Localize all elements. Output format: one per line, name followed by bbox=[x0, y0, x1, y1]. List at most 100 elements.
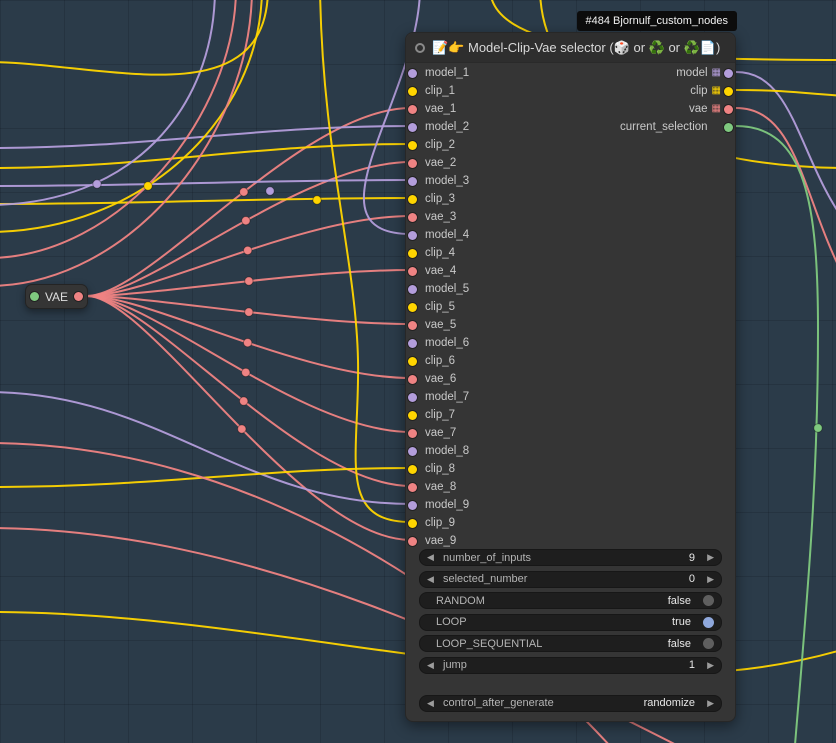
input-port-dot[interactable] bbox=[408, 249, 417, 258]
widget-number_of_inputs[interactable]: ◀number_of_inputs9▶ bbox=[419, 549, 722, 566]
input-port-label: clip_5 bbox=[425, 301, 455, 313]
input-port-clip_4[interactable]: clip_4 bbox=[406, 244, 616, 262]
input-port-model_8[interactable]: model_8 bbox=[406, 442, 616, 460]
link-wire-clip bbox=[736, 90, 836, 96]
output-port-dot[interactable] bbox=[724, 87, 733, 96]
input-port-dot[interactable] bbox=[408, 393, 417, 402]
input-port-vae_6[interactable]: vae_6 bbox=[406, 370, 616, 388]
node-header[interactable]: 📝👉 Model-Clip-Vae selector (🎲 or ♻️ or ♻… bbox=[406, 33, 735, 63]
input-port-label: model_3 bbox=[425, 175, 469, 187]
widget-control_after_generate[interactable]: ◀control_after_generate randomize ▶ bbox=[419, 695, 722, 712]
input-port-label: model_8 bbox=[425, 445, 469, 457]
input-port-clip_3[interactable]: clip_3 bbox=[406, 190, 616, 208]
widget-label: jump bbox=[443, 659, 467, 671]
input-port-dot[interactable] bbox=[408, 501, 417, 510]
link-midpoint-dot bbox=[245, 308, 253, 316]
input-port-model_5[interactable]: model_5 bbox=[406, 280, 616, 298]
input-port-dot[interactable] bbox=[408, 357, 417, 366]
widget-label: number_of_inputs bbox=[443, 552, 531, 564]
toggle-knob[interactable] bbox=[703, 638, 714, 649]
widget-jump[interactable]: ◀jump1▶ bbox=[419, 657, 722, 674]
input-port-dot[interactable] bbox=[408, 177, 417, 186]
input-port-dot[interactable] bbox=[408, 231, 417, 240]
input-port-dot[interactable] bbox=[408, 69, 417, 78]
input-port-dot[interactable] bbox=[408, 375, 417, 384]
input-port-dot[interactable] bbox=[408, 267, 417, 276]
decrement-arrow-icon[interactable]: ◀ bbox=[427, 553, 440, 562]
increment-arrow-icon[interactable]: ▶ bbox=[701, 661, 714, 670]
toggle-knob[interactable] bbox=[703, 617, 714, 628]
increment-arrow-icon[interactable]: ▶ bbox=[701, 553, 714, 562]
widget-label: control_after_generate bbox=[443, 697, 554, 709]
output-port-vae[interactable]: vae▦ bbox=[505, 100, 735, 118]
input-port-model_3[interactable]: model_3 bbox=[406, 172, 616, 190]
input-port-dot[interactable] bbox=[408, 429, 417, 438]
vae-node-input-dot[interactable] bbox=[30, 292, 39, 301]
input-port-model_9[interactable]: model_9 bbox=[406, 496, 616, 514]
vae-node[interactable]: VAE bbox=[25, 284, 88, 309]
toggle-knob[interactable] bbox=[703, 595, 714, 606]
widget-loop[interactable]: LOOPtrue bbox=[419, 614, 722, 631]
decrement-arrow-icon[interactable]: ◀ bbox=[427, 699, 440, 708]
input-port-model_6[interactable]: model_6 bbox=[406, 334, 616, 352]
output-port-dot[interactable] bbox=[724, 69, 733, 78]
input-port-vae_8[interactable]: vae_8 bbox=[406, 478, 616, 496]
widget-selected_number[interactable]: ◀selected_number0▶ bbox=[419, 571, 722, 588]
output-port-model[interactable]: model▦ bbox=[505, 64, 735, 82]
input-port-vae_4[interactable]: vae_4 bbox=[406, 262, 616, 280]
link-midpoint-dot bbox=[240, 397, 248, 405]
input-port-dot[interactable] bbox=[408, 465, 417, 474]
input-port-dot[interactable] bbox=[408, 321, 417, 330]
increment-arrow-icon[interactable]: ▶ bbox=[701, 575, 714, 584]
widget-random[interactable]: RANDOMfalse bbox=[419, 592, 722, 609]
output-port-label: model bbox=[676, 67, 707, 79]
input-port-label: clip_7 bbox=[425, 409, 455, 421]
input-port-dot[interactable] bbox=[408, 195, 417, 204]
input-port-dot[interactable] bbox=[408, 123, 417, 132]
decrement-arrow-icon[interactable]: ◀ bbox=[427, 661, 440, 670]
input-port-vae_9[interactable]: vae_9 bbox=[406, 532, 616, 550]
collapse-toggle-icon[interactable] bbox=[415, 43, 425, 53]
input-port-dot[interactable] bbox=[408, 447, 417, 456]
widget-label: selected_number bbox=[443, 573, 527, 585]
input-port-clip_2[interactable]: clip_2 bbox=[406, 136, 616, 154]
input-port-dot[interactable] bbox=[408, 537, 417, 546]
input-port-dot[interactable] bbox=[408, 285, 417, 294]
input-port-dot[interactable] bbox=[408, 159, 417, 168]
node-id-tooltip: #484 Bjornulf_custom_nodes bbox=[577, 11, 737, 31]
input-port-vae_2[interactable]: vae_2 bbox=[406, 154, 616, 172]
input-port-clip_6[interactable]: clip_6 bbox=[406, 352, 616, 370]
input-port-dot[interactable] bbox=[408, 483, 417, 492]
input-port-dot[interactable] bbox=[408, 87, 417, 96]
link-midpoint-dot bbox=[313, 196, 321, 204]
input-port-vae_5[interactable]: vae_5 bbox=[406, 316, 616, 334]
input-port-dot[interactable] bbox=[408, 213, 417, 222]
output-port-dot[interactable] bbox=[724, 123, 733, 132]
widget-loop_sequential[interactable]: LOOP_SEQUENTIALfalse bbox=[419, 635, 722, 652]
input-port-clip_8[interactable]: clip_8 bbox=[406, 460, 616, 478]
input-port-dot[interactable] bbox=[408, 105, 417, 114]
input-port-model_4[interactable]: model_4 bbox=[406, 226, 616, 244]
input-port-dot[interactable] bbox=[408, 141, 417, 150]
increment-arrow-icon[interactable]: ▶ bbox=[701, 699, 714, 708]
decrement-arrow-icon[interactable]: ◀ bbox=[427, 575, 440, 584]
input-port-label: clip_2 bbox=[425, 139, 455, 151]
input-port-clip_7[interactable]: clip_7 bbox=[406, 406, 616, 424]
input-port-dot[interactable] bbox=[408, 303, 417, 312]
input-port-vae_7[interactable]: vae_7 bbox=[406, 424, 616, 442]
vae-node-output-dot[interactable] bbox=[74, 292, 83, 301]
output-port-dot[interactable] bbox=[724, 105, 733, 114]
input-port-dot[interactable] bbox=[408, 519, 417, 528]
output-port-clip[interactable]: clip▦ bbox=[505, 82, 735, 100]
input-port-clip_5[interactable]: clip_5 bbox=[406, 298, 616, 316]
input-port-model_7[interactable]: model_7 bbox=[406, 388, 616, 406]
input-port-label: clip_1 bbox=[425, 85, 455, 97]
widget-value: randomize bbox=[644, 697, 695, 709]
model-clip-vae-selector-node[interactable]: 📝👉 Model-Clip-Vae selector (🎲 or ♻️ or ♻… bbox=[405, 32, 736, 722]
link-wire-vae bbox=[736, 108, 836, 284]
input-port-vae_3[interactable]: vae_3 bbox=[406, 208, 616, 226]
input-port-dot[interactable] bbox=[408, 411, 417, 420]
output-port-current_selection[interactable]: current_selection▦ bbox=[505, 118, 735, 136]
input-port-dot[interactable] bbox=[408, 339, 417, 348]
input-port-clip_9[interactable]: clip_9 bbox=[406, 514, 616, 532]
